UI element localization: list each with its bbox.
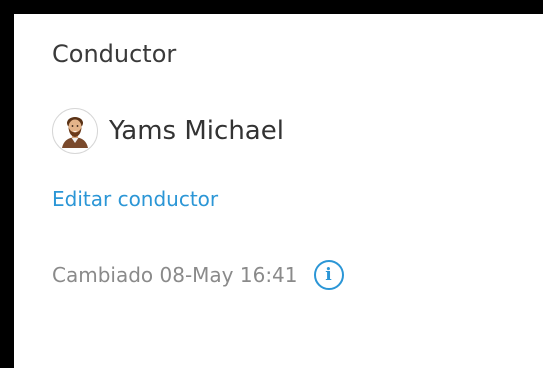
avatar-illustration (62, 117, 88, 148)
changed-row: Cambiado 08-May 16:41 i (52, 257, 344, 293)
driver-panel: Conductor Yams Michael Editar conductor … (14, 14, 543, 368)
edit-driver-link[interactable]: Editar conductor (52, 184, 218, 214)
changed-timestamp: Cambiado 08-May 16:41 (52, 263, 298, 287)
driver-row: Yams Michael (52, 106, 284, 156)
section-title: Conductor (52, 40, 177, 68)
info-icon[interactable]: i (313, 260, 344, 290)
driver-name: Yams Michael (109, 116, 284, 146)
bearded-man-avatar-icon (52, 108, 98, 154)
